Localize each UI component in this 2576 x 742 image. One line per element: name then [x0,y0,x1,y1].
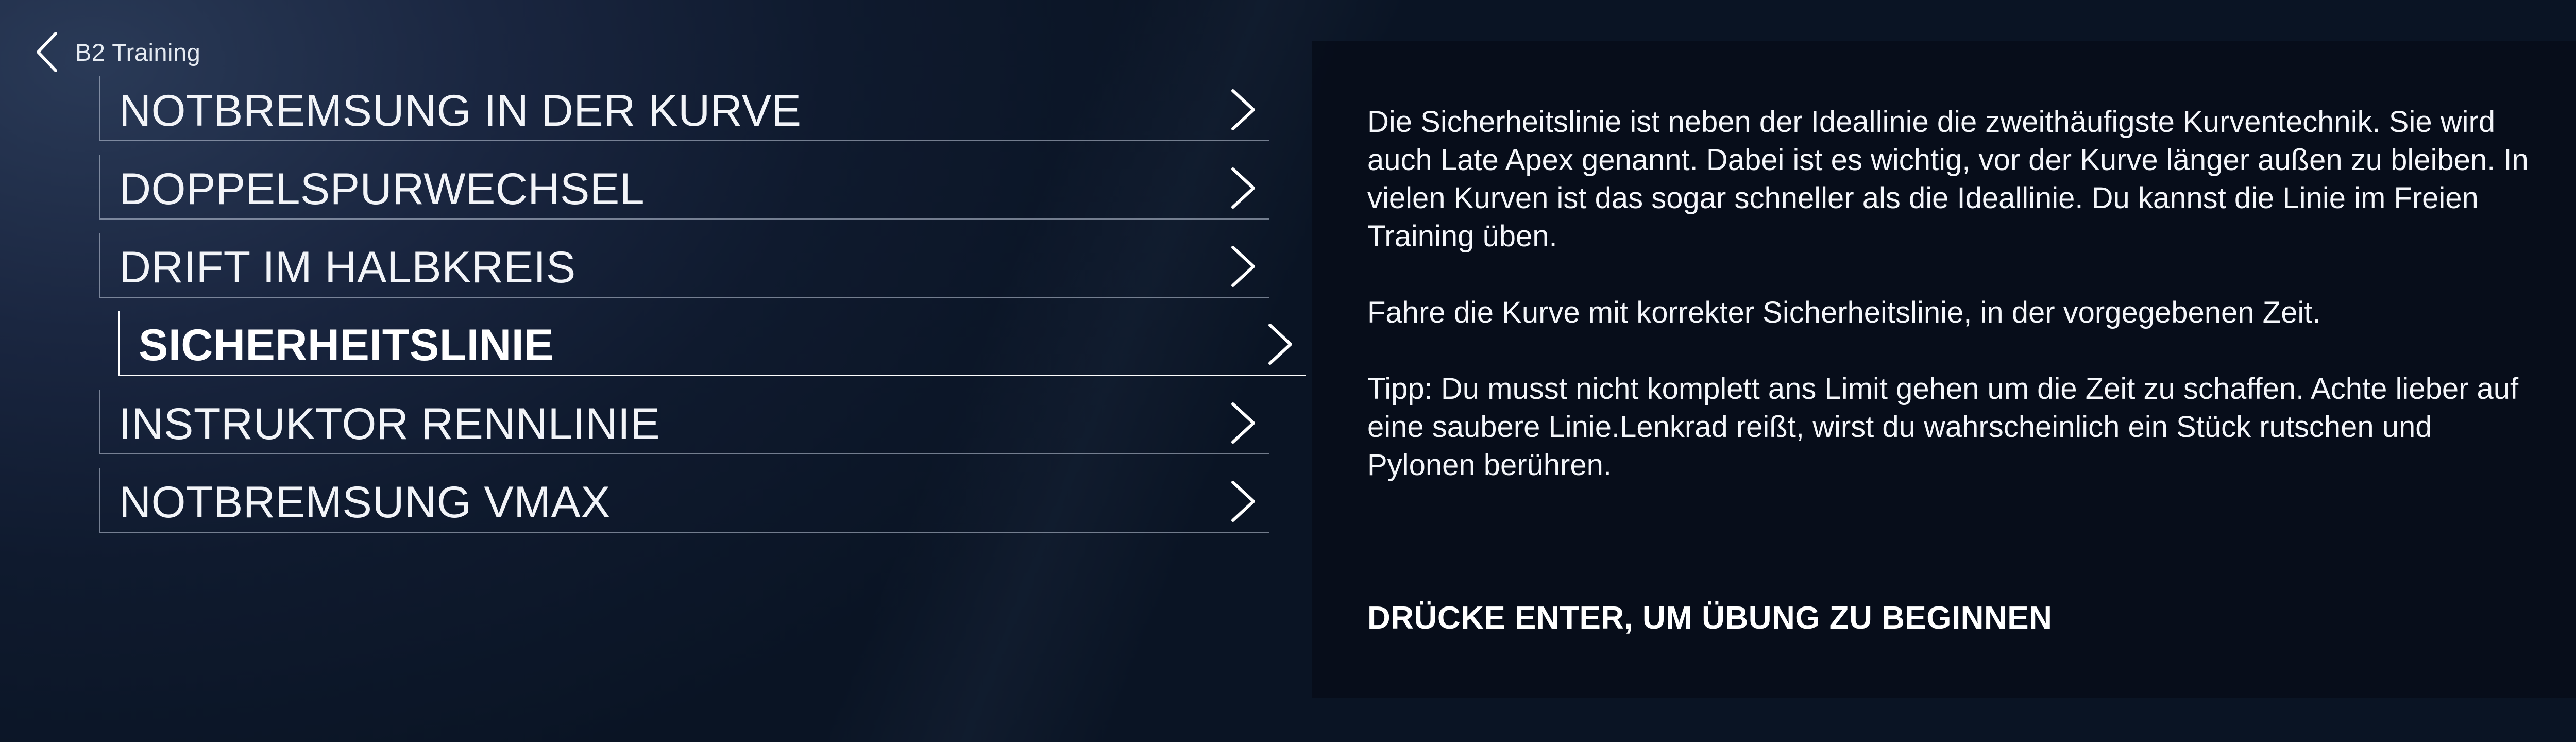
task-paragraph: Fahre die Kurve mit korrekter Sicherheit… [1367,296,2321,329]
menu-item-label: SICHERHEITSLINIE [139,321,554,370]
chevron-right-icon [1231,89,1255,130]
exercise-detail-panel: Die Sicherheitslinie ist neben der Ideal… [1312,41,2576,698]
menu-item-sicherheitslinie[interactable]: SICHERHEITSLINIE [118,311,1306,376]
menu-item-label: DRIFT IM HALBKREIS [119,243,576,292]
back-button[interactable]: B2 Training [34,29,200,75]
chevron-right-icon [1231,481,1255,522]
menu-item-notbremsung-kurve[interactable]: NOTBREMSUNG IN DER KURVE [99,76,1269,141]
chevron-right-icon [1231,402,1255,444]
exercise-description: Die Sicherheitslinie ist neben der Ideal… [1367,103,2532,522]
menu-item-drift-halbkreis[interactable]: DRIFT IM HALBKREIS [99,233,1269,298]
menu-item-notbremsung-vmax[interactable]: NOTBREMSUNG VMAX [99,468,1269,533]
start-exercise-prompt[interactable]: DRÜCKE ENTER, UM ÜBUNG ZU BEGINNEN [1367,600,2052,636]
menu-item-label: NOTBREMSUNG IN DER KURVE [119,86,802,136]
menu-item-instruktor-rennlinie[interactable]: INSTRUKTOR RENNLINIE [99,390,1269,454]
menu-item-label: DOPPELSPURWECHSEL [119,164,645,214]
chevron-right-icon [1231,167,1255,209]
menu-item-label: NOTBREMSUNG VMAX [119,478,611,527]
page-title: B2 Training [75,38,201,66]
tip-paragraph: Tipp: Du musst nicht komplett ans Limit … [1367,372,2519,482]
chevron-left-icon[interactable] [34,31,60,73]
menu-item-doppelspurwechsel[interactable]: DOPPELSPURWECHSEL [99,155,1269,220]
exercise-menu: NOTBREMSUNG IN DER KURVE DOPPELSPURWECHS… [99,76,1306,546]
description-paragraph: Die Sicherheitslinie ist neben der Ideal… [1367,105,2529,253]
chevron-right-icon [1231,246,1255,287]
menu-item-label: INSTRUKTOR RENNLINIE [119,399,660,449]
chevron-right-icon [1268,324,1292,365]
